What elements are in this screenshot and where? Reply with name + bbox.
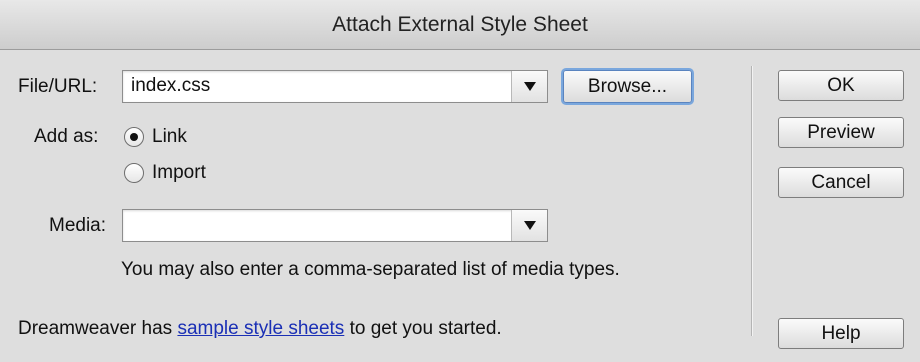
footer-text: Dreamweaver has sample style sheets to g… bbox=[18, 318, 502, 340]
help-button[interactable]: Help bbox=[778, 318, 904, 349]
radio-import-label[interactable]: Import bbox=[152, 162, 206, 184]
radio-link-label[interactable]: Link bbox=[152, 126, 187, 148]
vertical-divider bbox=[751, 66, 752, 336]
preview-button[interactable]: Preview bbox=[778, 117, 904, 148]
browse-button[interactable]: Browse... bbox=[563, 70, 692, 103]
file-url-dropdown-button[interactable] bbox=[511, 71, 547, 102]
cancel-button[interactable]: Cancel bbox=[778, 167, 904, 198]
file-url-combobox[interactable]: index.css bbox=[122, 70, 548, 103]
media-hint: You may also enter a comma-separated lis… bbox=[121, 259, 620, 280]
footer-prefix: Dreamweaver has bbox=[18, 318, 178, 339]
radio-link[interactable] bbox=[124, 127, 144, 147]
dialog-title: Attach External Style Sheet bbox=[0, 0, 920, 50]
add-as-label: Add as: bbox=[34, 126, 99, 147]
radio-selected-dot-icon bbox=[130, 133, 138, 141]
file-url-input[interactable]: index.css bbox=[131, 75, 210, 97]
file-url-label: File/URL: bbox=[18, 76, 98, 97]
radio-import[interactable] bbox=[124, 163, 144, 183]
sample-style-sheets-link[interactable]: sample style sheets bbox=[177, 318, 344, 339]
chevron-down-icon bbox=[523, 221, 536, 230]
chevron-down-icon bbox=[523, 82, 536, 91]
footer-suffix: to get you started. bbox=[344, 318, 502, 339]
ok-button[interactable]: OK bbox=[778, 70, 904, 101]
media-label: Media: bbox=[49, 215, 107, 236]
media-combobox[interactable] bbox=[122, 209, 548, 242]
media-dropdown-button[interactable] bbox=[511, 210, 547, 241]
